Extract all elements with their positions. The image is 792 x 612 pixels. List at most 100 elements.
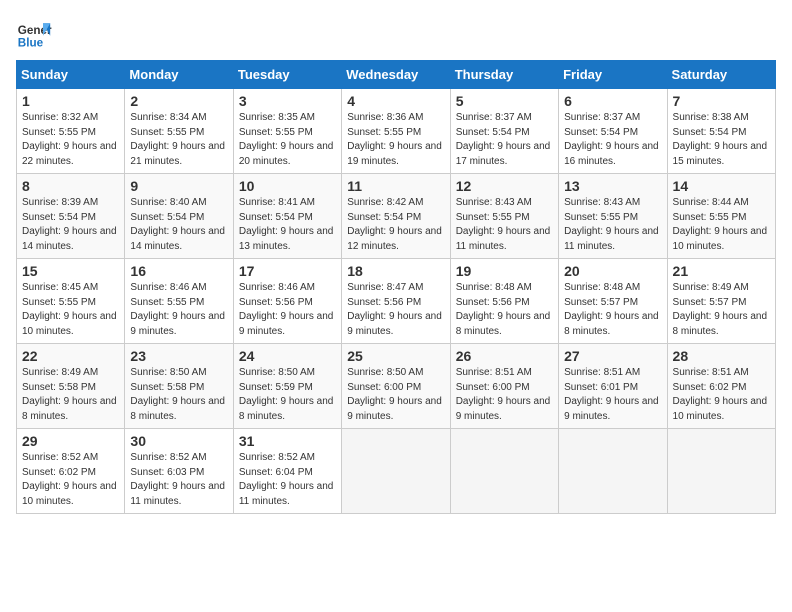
calendar-cell: 12 Sunrise: 8:43 AMSunset: 5:55 PMDaylig… [450,174,558,259]
calendar-cell: 16 Sunrise: 8:46 AMSunset: 5:55 PMDaylig… [125,259,233,344]
day-number: 31 [239,433,336,449]
day-info: Sunrise: 8:52 AMSunset: 6:04 PMDaylight:… [239,452,334,507]
calendar-cell [450,429,558,514]
day-info: Sunrise: 8:49 AMSunset: 5:57 PMDaylight:… [673,282,768,337]
header-saturday: Saturday [667,61,775,89]
calendar-cell: 17 Sunrise: 8:46 AMSunset: 5:56 PMDaylig… [233,259,341,344]
header-thursday: Thursday [450,61,558,89]
day-info: Sunrise: 8:51 AMSunset: 6:01 PMDaylight:… [564,367,659,422]
calendar-cell: 19 Sunrise: 8:48 AMSunset: 5:56 PMDaylig… [450,259,558,344]
calendar-cell [559,429,667,514]
calendar-cell: 8 Sunrise: 8:39 AMSunset: 5:54 PMDayligh… [17,174,125,259]
calendar-cell: 31 Sunrise: 8:52 AMSunset: 6:04 PMDaylig… [233,429,341,514]
calendar-cell: 28 Sunrise: 8:51 AMSunset: 6:02 PMDaylig… [667,344,775,429]
day-info: Sunrise: 8:52 AMSunset: 6:02 PMDaylight:… [22,452,117,507]
calendar-cell: 1 Sunrise: 8:32 AMSunset: 5:55 PMDayligh… [17,89,125,174]
header-wednesday: Wednesday [342,61,450,89]
calendar-cell: 21 Sunrise: 8:49 AMSunset: 5:57 PMDaylig… [667,259,775,344]
calendar-cell: 14 Sunrise: 8:44 AMSunset: 5:55 PMDaylig… [667,174,775,259]
calendar-table: SundayMondayTuesdayWednesdayThursdayFrid… [16,60,776,514]
day-number: 10 [239,178,336,194]
header-tuesday: Tuesday [233,61,341,89]
calendar-cell: 27 Sunrise: 8:51 AMSunset: 6:01 PMDaylig… [559,344,667,429]
svg-text:Blue: Blue [18,37,44,50]
day-info: Sunrise: 8:34 AMSunset: 5:55 PMDaylight:… [130,112,225,167]
calendar-cell [667,429,775,514]
day-info: Sunrise: 8:39 AMSunset: 5:54 PMDaylight:… [22,197,117,252]
day-number: 8 [22,178,119,194]
day-number: 16 [130,263,227,279]
calendar-cell: 10 Sunrise: 8:41 AMSunset: 5:54 PMDaylig… [233,174,341,259]
day-number: 28 [673,348,770,364]
logo: General Blue [16,16,52,52]
day-info: Sunrise: 8:41 AMSunset: 5:54 PMDaylight:… [239,197,334,252]
calendar-cell: 11 Sunrise: 8:42 AMSunset: 5:54 PMDaylig… [342,174,450,259]
calendar-cell: 15 Sunrise: 8:45 AMSunset: 5:55 PMDaylig… [17,259,125,344]
day-info: Sunrise: 8:46 AMSunset: 5:56 PMDaylight:… [239,282,334,337]
day-info: Sunrise: 8:44 AMSunset: 5:55 PMDaylight:… [673,197,768,252]
day-info: Sunrise: 8:51 AMSunset: 6:00 PMDaylight:… [456,367,551,422]
calendar-cell: 25 Sunrise: 8:50 AMSunset: 6:00 PMDaylig… [342,344,450,429]
calendar-week-5: 29 Sunrise: 8:52 AMSunset: 6:02 PMDaylig… [17,429,776,514]
day-info: Sunrise: 8:50 AMSunset: 6:00 PMDaylight:… [347,367,442,422]
day-info: Sunrise: 8:38 AMSunset: 5:54 PMDaylight:… [673,112,768,167]
day-number: 3 [239,93,336,109]
calendar-cell: 4 Sunrise: 8:36 AMSunset: 5:55 PMDayligh… [342,89,450,174]
day-info: Sunrise: 8:32 AMSunset: 5:55 PMDaylight:… [22,112,117,167]
calendar-cell: 22 Sunrise: 8:49 AMSunset: 5:58 PMDaylig… [17,344,125,429]
calendar-cell: 3 Sunrise: 8:35 AMSunset: 5:55 PMDayligh… [233,89,341,174]
calendar-cell: 24 Sunrise: 8:50 AMSunset: 5:59 PMDaylig… [233,344,341,429]
day-number: 4 [347,93,444,109]
day-number: 19 [456,263,553,279]
calendar-cell: 20 Sunrise: 8:48 AMSunset: 5:57 PMDaylig… [559,259,667,344]
day-info: Sunrise: 8:48 AMSunset: 5:57 PMDaylight:… [564,282,659,337]
day-number: 15 [22,263,119,279]
day-number: 26 [456,348,553,364]
calendar-header-row: SundayMondayTuesdayWednesdayThursdayFrid… [17,61,776,89]
header-sunday: Sunday [17,61,125,89]
day-number: 21 [673,263,770,279]
day-info: Sunrise: 8:45 AMSunset: 5:55 PMDaylight:… [22,282,117,337]
day-number: 22 [22,348,119,364]
day-number: 11 [347,178,444,194]
day-info: Sunrise: 8:36 AMSunset: 5:55 PMDaylight:… [347,112,442,167]
day-info: Sunrise: 8:46 AMSunset: 5:55 PMDaylight:… [130,282,225,337]
calendar-week-3: 15 Sunrise: 8:45 AMSunset: 5:55 PMDaylig… [17,259,776,344]
day-number: 25 [347,348,444,364]
calendar-cell: 26 Sunrise: 8:51 AMSunset: 6:00 PMDaylig… [450,344,558,429]
day-info: Sunrise: 8:48 AMSunset: 5:56 PMDaylight:… [456,282,551,337]
day-info: Sunrise: 8:47 AMSunset: 5:56 PMDaylight:… [347,282,442,337]
day-number: 23 [130,348,227,364]
day-info: Sunrise: 8:42 AMSunset: 5:54 PMDaylight:… [347,197,442,252]
day-number: 27 [564,348,661,364]
day-number: 18 [347,263,444,279]
day-number: 14 [673,178,770,194]
day-info: Sunrise: 8:50 AMSunset: 5:58 PMDaylight:… [130,367,225,422]
day-number: 6 [564,93,661,109]
day-number: 2 [130,93,227,109]
calendar-cell: 7 Sunrise: 8:38 AMSunset: 5:54 PMDayligh… [667,89,775,174]
day-info: Sunrise: 8:43 AMSunset: 5:55 PMDaylight:… [564,197,659,252]
day-number: 7 [673,93,770,109]
day-info: Sunrise: 8:43 AMSunset: 5:55 PMDaylight:… [456,197,551,252]
day-info: Sunrise: 8:35 AMSunset: 5:55 PMDaylight:… [239,112,334,167]
page-header: General Blue [16,16,776,52]
calendar-cell: 23 Sunrise: 8:50 AMSunset: 5:58 PMDaylig… [125,344,233,429]
day-info: Sunrise: 8:37 AMSunset: 5:54 PMDaylight:… [456,112,551,167]
day-number: 1 [22,93,119,109]
day-info: Sunrise: 8:51 AMSunset: 6:02 PMDaylight:… [673,367,768,422]
calendar-cell: 18 Sunrise: 8:47 AMSunset: 5:56 PMDaylig… [342,259,450,344]
calendar-cell: 13 Sunrise: 8:43 AMSunset: 5:55 PMDaylig… [559,174,667,259]
calendar-week-4: 22 Sunrise: 8:49 AMSunset: 5:58 PMDaylig… [17,344,776,429]
day-info: Sunrise: 8:40 AMSunset: 5:54 PMDaylight:… [130,197,225,252]
day-number: 9 [130,178,227,194]
day-number: 24 [239,348,336,364]
day-number: 17 [239,263,336,279]
calendar-cell: 30 Sunrise: 8:52 AMSunset: 6:03 PMDaylig… [125,429,233,514]
day-info: Sunrise: 8:50 AMSunset: 5:59 PMDaylight:… [239,367,334,422]
calendar-week-1: 1 Sunrise: 8:32 AMSunset: 5:55 PMDayligh… [17,89,776,174]
day-number: 29 [22,433,119,449]
day-number: 12 [456,178,553,194]
day-number: 20 [564,263,661,279]
calendar-cell: 6 Sunrise: 8:37 AMSunset: 5:54 PMDayligh… [559,89,667,174]
